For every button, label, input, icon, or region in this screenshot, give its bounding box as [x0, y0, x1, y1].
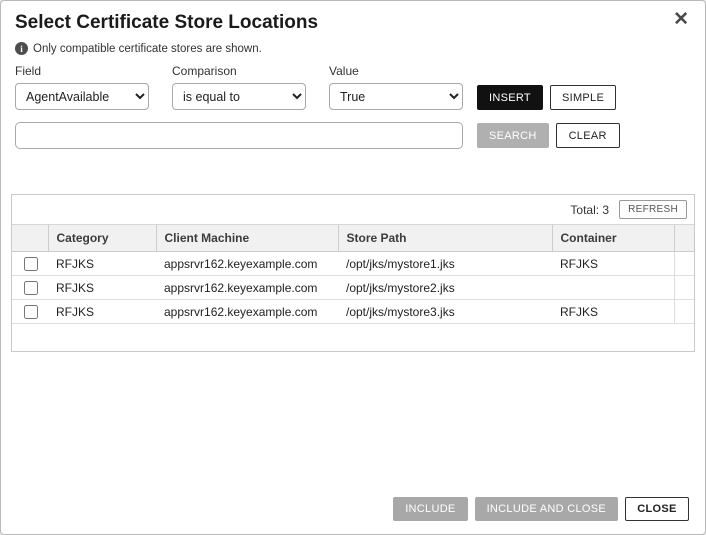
scrollbar-spacer-header: [674, 225, 694, 252]
select-certificate-store-locations-dialog: Select Certificate Store Locations ✕ i O…: [0, 0, 706, 535]
page-title: Select Certificate Store Locations: [15, 12, 689, 34]
insert-button[interactable]: INSERT: [477, 85, 543, 110]
info-message: i Only compatible certificate stores are…: [15, 42, 691, 55]
cell-category: RFJKS: [48, 252, 156, 276]
field-select[interactable]: AgentAvailable: [15, 83, 149, 110]
include-button[interactable]: INCLUDE: [393, 497, 467, 521]
cell-client-machine: appsrvr162.keyexample.com: [156, 252, 338, 276]
cell-category: RFJKS: [48, 276, 156, 300]
cell-store-path: /opt/jks/mystore3.jks: [338, 300, 552, 324]
close-icon[interactable]: ✕: [673, 10, 689, 29]
table-row: RFJKS appsrvr162.keyexample.com /opt/jks…: [12, 276, 694, 300]
field-group: Field AgentAvailable: [15, 64, 149, 110]
scrollbar-spacer-cell: [674, 276, 694, 300]
table-row: RFJKS appsrvr162.keyexample.com /opt/jks…: [12, 300, 694, 324]
comparison-group: Comparison is equal to: [172, 64, 306, 110]
category-column-header: Category: [48, 225, 156, 252]
row-checkbox[interactable]: [24, 305, 38, 319]
store-table: Category Client Machine Store Path Conta…: [12, 224, 694, 324]
store-locations-grid: Total: 3 REFRESH Category Client Machine…: [11, 194, 695, 352]
value-select[interactable]: True: [329, 83, 463, 110]
value-label: Value: [329, 64, 463, 78]
comparison-label: Comparison: [172, 64, 306, 78]
scrollbar-spacer-cell: [674, 252, 694, 276]
select-column-header: [12, 225, 48, 252]
include-and-close-button[interactable]: INCLUDE AND CLOSE: [475, 497, 618, 521]
filter-row: Field AgentAvailable Comparison is equal…: [15, 64, 691, 110]
cell-client-machine: appsrvr162.keyexample.com: [156, 276, 338, 300]
cell-store-path: /opt/jks/mystore1.jks: [338, 252, 552, 276]
row-checkbox[interactable]: [24, 281, 38, 295]
client-machine-column-header: Client Machine: [156, 225, 338, 252]
refresh-button[interactable]: REFRESH: [619, 200, 687, 219]
search-button[interactable]: SEARCH: [477, 123, 549, 148]
simple-button[interactable]: SIMPLE: [550, 85, 616, 110]
cell-container: RFJKS: [552, 300, 674, 324]
cell-category: RFJKS: [48, 300, 156, 324]
cell-container: [552, 276, 674, 300]
container-column-header: Container: [552, 225, 674, 252]
search-row: SEARCH CLEAR: [15, 122, 691, 149]
close-button[interactable]: CLOSE: [625, 497, 689, 521]
cell-client-machine: appsrvr162.keyexample.com: [156, 300, 338, 324]
query-input[interactable]: [15, 122, 463, 149]
info-text: Only compatible certificate stores are s…: [33, 43, 262, 55]
grid-toolbar: Total: 3 REFRESH: [12, 195, 694, 224]
table-row: RFJKS appsrvr162.keyexample.com /opt/jks…: [12, 252, 694, 276]
field-label: Field: [15, 64, 149, 78]
comparison-select[interactable]: is equal to: [172, 83, 306, 110]
grid-bottom-space: [12, 324, 694, 351]
filter-buttons: INSERT SIMPLE: [477, 85, 616, 110]
store-path-column-header: Store Path: [338, 225, 552, 252]
dialog-header: Select Certificate Store Locations ✕: [1, 1, 705, 34]
cell-store-path: /opt/jks/mystore2.jks: [338, 276, 552, 300]
clear-button[interactable]: CLEAR: [556, 123, 620, 148]
row-checkbox[interactable]: [24, 257, 38, 271]
search-buttons: SEARCH CLEAR: [477, 123, 620, 148]
cell-container: RFJKS: [552, 252, 674, 276]
value-group: Value True: [329, 64, 463, 110]
scrollbar-spacer-cell: [674, 300, 694, 324]
total-count: Total: 3: [570, 203, 609, 217]
dialog-footer: INCLUDE INCLUDE AND CLOSE CLOSE: [393, 497, 689, 521]
table-header: Category Client Machine Store Path Conta…: [12, 225, 694, 252]
info-icon: i: [15, 42, 28, 55]
